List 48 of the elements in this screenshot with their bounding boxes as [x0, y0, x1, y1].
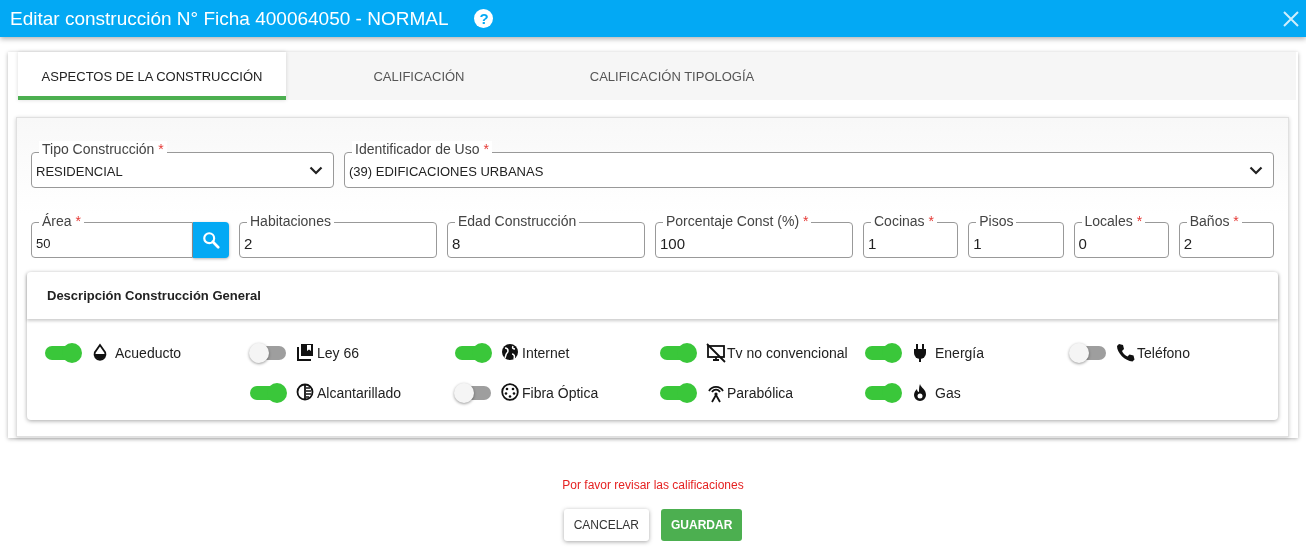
field-label: Tipo Construcción * [39, 141, 167, 157]
toggle-switch[interactable] [1070, 345, 1106, 360]
close-icon[interactable] [1282, 9, 1300, 28]
field-label: Cocinas * [871, 213, 937, 229]
field-label: Locales * [1081, 213, 1146, 229]
connector-icon [501, 382, 521, 403]
toggle-switch[interactable] [455, 345, 491, 360]
search-button[interactable] [193, 222, 229, 258]
screen-off-icon [706, 342, 726, 363]
book-stack-icon [296, 342, 316, 363]
service-label: Ley 66 [317, 344, 360, 361]
globe-icon [501, 342, 521, 363]
toggle-switch[interactable] [250, 345, 286, 360]
phone-icon [1116, 342, 1136, 363]
service-label: Energía [935, 344, 985, 361]
service-label: Internet [522, 344, 570, 361]
tab[interactable]: CALIFICACIÓN [286, 52, 552, 100]
tab[interactable]: ASPECTOS DE LA CONSTRUCCIÓN [18, 52, 286, 100]
service-label: Parabólica [727, 384, 794, 401]
field-label: Porcentaje Const (%) * [663, 213, 812, 229]
half-circle-icon [296, 382, 316, 403]
section-title: Descripción Construcción General [47, 288, 261, 303]
chevron-down-icon [1249, 165, 1263, 175]
cancel-button[interactable]: CANCELAR [563, 509, 649, 541]
service-label: Acueducto [115, 344, 182, 361]
service-label: Alcantarillado [317, 384, 402, 401]
window-title: Editar construcción N° Ficha 400064050 - NORMAL [10, 7, 449, 30]
search-icon [202, 231, 220, 249]
chevron-down-icon [309, 165, 323, 175]
service-label: Teléfono [1137, 344, 1190, 361]
field-label: Habitaciones [247, 213, 334, 229]
toggle-switch[interactable] [455, 385, 491, 400]
field-label: Pisos [976, 213, 1017, 229]
service-label: Tv no convencional [727, 344, 848, 361]
toggle-switch[interactable] [45, 345, 81, 360]
toggle-switch[interactable] [660, 385, 696, 400]
toggle-switch[interactable] [865, 385, 901, 400]
field-label: Área * [39, 213, 84, 229]
toggle-switch[interactable] [250, 385, 286, 400]
service-label: Fibra Óptica [522, 384, 599, 401]
service-label: Gas [935, 384, 961, 401]
toggle-switch[interactable] [660, 345, 696, 360]
field-label: Identificador de Uso * [352, 141, 492, 157]
tab[interactable]: CALIFICACIÓN TIPOLOGÍA [552, 52, 792, 100]
error-message: Por favor revisar las calificaciones [562, 478, 744, 492]
field-label: Edad Construcción [455, 213, 580, 229]
toggle-switch[interactable] [865, 345, 901, 360]
field-label: Baños * [1186, 213, 1242, 229]
